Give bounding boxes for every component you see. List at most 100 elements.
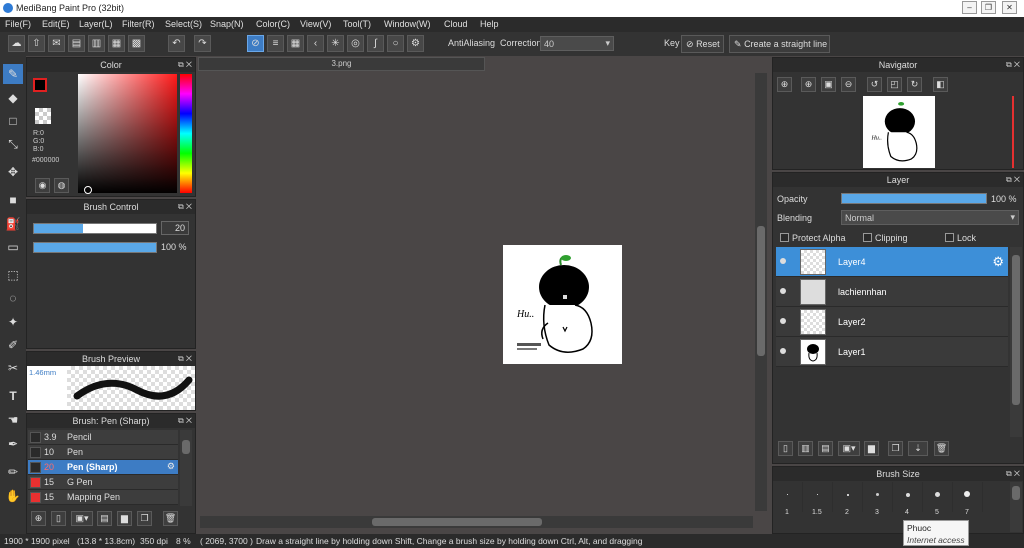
maximize-button[interactable]: ❐ [981, 1, 996, 14]
brush-opacity-slider[interactable] [33, 242, 157, 253]
panel-controls-icon[interactable]: ⧉ ✕ [1006, 173, 1020, 187]
brush-item-selected[interactable]: 20 Pen (Sharp) ⚙ [28, 460, 178, 475]
redo-icon[interactable]: ↷ [194, 35, 211, 52]
palette-icon[interactable]: ◉ [35, 178, 50, 193]
brush-menu-icon[interactable]: ▣▾ [71, 511, 93, 526]
snap-off-icon[interactable]: ⊘ [247, 35, 264, 52]
menu-window[interactable]: Window(W) [384, 19, 431, 29]
brush-size-option[interactable]: 1 [773, 482, 803, 516]
line-tool-icon[interactable]: ⤡ [3, 134, 23, 154]
transparent-color-swatch[interactable] [35, 108, 51, 124]
layer-folder-icon[interactable]: ▆ [864, 441, 879, 456]
visibility-icon[interactable] [780, 288, 786, 294]
pen-tool-icon[interactable]: ✏ [3, 462, 23, 482]
brush-item[interactable]: 3.9 Pencil [28, 430, 178, 445]
primary-color-swatch[interactable] [33, 78, 47, 92]
color-cursor[interactable] [84, 186, 92, 194]
menu-file[interactable]: File(F) [5, 19, 31, 29]
select-tool-icon[interactable]: ⬚ [3, 265, 23, 285]
brush-item[interactable]: 10 Pen [28, 445, 178, 460]
menu-cloud[interactable]: Cloud [444, 19, 468, 29]
circle-snap-icon[interactable]: ◎ [347, 35, 364, 52]
grid-doc-icon[interactable]: ▦ [108, 35, 125, 52]
radial-snap-icon[interactable]: ✳ [327, 35, 344, 52]
flip-icon[interactable]: ◧ [933, 77, 948, 92]
trash-icon[interactable]: 🗑 [934, 441, 949, 456]
straight-line-button[interactable]: ✎ Create a straight line [729, 35, 830, 53]
close-button[interactable]: ✕ [1002, 1, 1017, 14]
layer-row[interactable]: Layer1 [776, 337, 1008, 367]
parallel-snap-icon[interactable]: ≡ [267, 35, 284, 52]
saturation-value-picker[interactable] [78, 74, 177, 193]
folder-icon[interactable]: ▆ [117, 511, 132, 526]
brush-size-option[interactable]: 3 [863, 482, 893, 516]
brush-file-icon[interactable]: ▤ [97, 511, 112, 526]
eraser-tool-icon[interactable]: ◆ [3, 88, 23, 108]
brush-item[interactable]: 15 Mapping Pen [28, 490, 178, 505]
layer-row[interactable]: Layer2 [776, 307, 1008, 337]
grid-icon[interactable]: ▩ [128, 35, 145, 52]
magic-wand-tool-icon[interactable]: ✦ [3, 312, 23, 332]
new-layer-icon[interactable]: ▯ [778, 441, 793, 456]
cross-snap-icon[interactable]: ▦ [287, 35, 304, 52]
operation-tool-icon[interactable]: ☚ [3, 410, 23, 430]
zoom-plus-icon[interactable]: ⊕ [801, 77, 816, 92]
undo-icon[interactable]: ↶ [168, 35, 185, 52]
duplicate-layer-icon[interactable]: ❐ [888, 441, 903, 456]
menu-view[interactable]: View(V) [300, 19, 331, 29]
curve-snap-icon[interactable]: ∫ [367, 35, 384, 52]
clipping-checkbox[interactable] [863, 233, 872, 242]
text-tool-icon[interactable]: T [3, 386, 23, 406]
panel-controls-icon[interactable]: ⧉ ✕ [178, 200, 192, 214]
dot-tool-icon[interactable]: □ [3, 111, 23, 131]
document-canvas[interactable]: Hu.. [503, 245, 622, 364]
new-brush-icon[interactable]: ▯ [51, 511, 66, 526]
snap-settings-icon[interactable]: ⚙ [407, 35, 424, 52]
layer-opacity-slider[interactable] [841, 193, 987, 204]
visibility-icon[interactable] [780, 258, 786, 264]
gradient-tool-icon[interactable]: ▭ [3, 237, 23, 257]
brush-item[interactable]: 15 G Pen [28, 475, 178, 490]
reset-button[interactable]: ⊘ Reset [681, 35, 724, 53]
menu-edit[interactable]: Edit(E) [42, 19, 70, 29]
panel-controls-icon[interactable]: ⧉ ✕ [1006, 467, 1020, 481]
brush-list-scrollbar[interactable] [180, 430, 192, 506]
brush-size-option[interactable]: 4 [893, 482, 923, 516]
bucket-tool-icon[interactable]: ⛽ [3, 214, 23, 234]
menu-help[interactable]: Help [480, 19, 499, 29]
visibility-icon[interactable] [780, 348, 786, 354]
ellipse-snap-icon[interactable]: ○ [387, 35, 404, 52]
zoom-out-icon[interactable]: ⊖ [841, 77, 856, 92]
brush-size-input[interactable]: 20 [161, 221, 189, 235]
correction-select[interactable]: 40 ▾ [540, 36, 614, 51]
document-tab[interactable]: 3.png [198, 57, 485, 71]
reset-rotation-icon[interactable]: ◰ [887, 77, 902, 92]
brush-size-scrollbar[interactable] [1010, 482, 1022, 532]
minimize-button[interactable]: – [962, 1, 977, 14]
menu-filter[interactable]: Filter(R) [122, 19, 155, 29]
gear-icon[interactable]: ⚙ [992, 254, 1004, 270]
message-icon[interactable]: ▤ [68, 35, 85, 52]
layer-list-scrollbar[interactable] [1010, 247, 1022, 437]
gear-icon[interactable]: ⚙ [167, 461, 175, 472]
visibility-icon[interactable] [780, 318, 786, 324]
rotate-left-icon[interactable]: ↺ [867, 77, 882, 92]
menu-color[interactable]: Color(C) [256, 19, 290, 29]
brush-size-option[interactable]: 1.5 [803, 482, 833, 516]
menu-select[interactable]: Select(S) [165, 19, 202, 29]
new-halftone-layer-icon[interactable]: ▤ [818, 441, 833, 456]
fit-window-icon[interactable]: ▣ [821, 77, 836, 92]
scroll-thumb[interactable] [372, 518, 542, 526]
add-brush-icon[interactable]: ⊕ [31, 511, 46, 526]
new-layer-alt-icon[interactable]: ▥ [798, 441, 813, 456]
select-eraser-tool-icon[interactable]: ✂ [3, 358, 23, 378]
select-pen-tool-icon[interactable]: ✐ [3, 335, 23, 355]
fill-rect-tool-icon[interactable]: ■ [3, 190, 23, 210]
scroll-thumb[interactable] [1012, 255, 1020, 405]
lock-checkbox[interactable] [945, 233, 954, 242]
canvas-horizontal-scrollbar[interactable] [200, 516, 753, 528]
eyedropper-tool-icon[interactable]: ✒ [3, 434, 23, 454]
protect-alpha-checkbox[interactable] [780, 233, 789, 242]
rotate-right-icon[interactable]: ↻ [907, 77, 922, 92]
brush-size-slider[interactable] [33, 223, 157, 234]
